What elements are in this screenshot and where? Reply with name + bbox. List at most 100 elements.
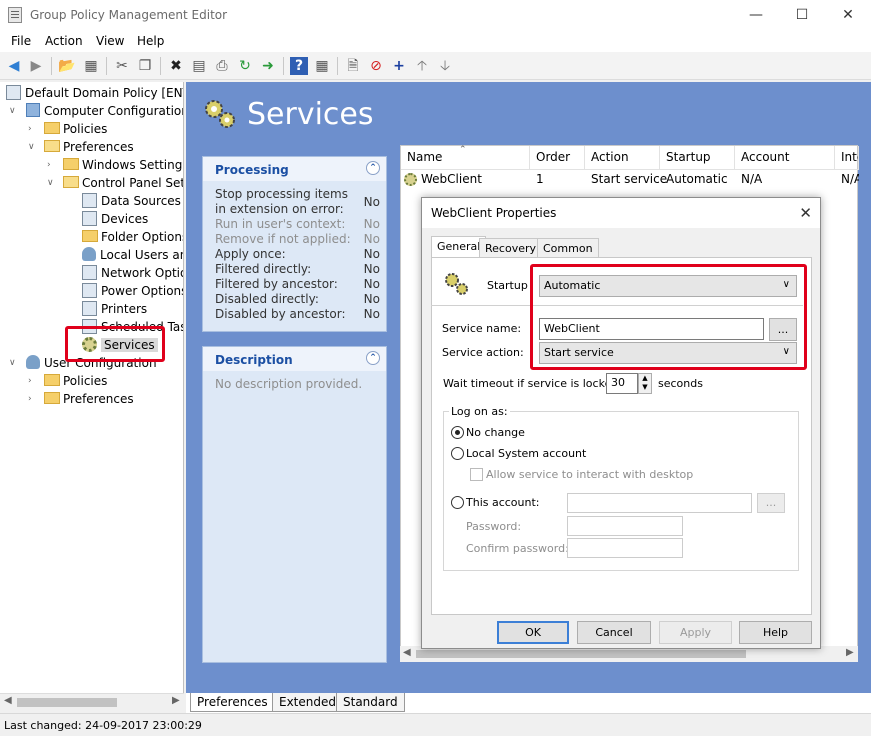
- close-icon[interactable]: ✕: [799, 204, 812, 222]
- page-title: Services: [247, 97, 374, 132]
- forward-icon[interactable]: ▶: [27, 57, 45, 75]
- block-icon[interactable]: ⊘: [367, 57, 385, 75]
- folder-options-icon: [82, 230, 98, 242]
- export-icon[interactable]: ➜: [259, 57, 277, 75]
- this-account-radio[interactable]: [451, 496, 464, 509]
- collapse-icon[interactable]: ⌃: [366, 161, 380, 175]
- column-header-action[interactable]: Action: [585, 146, 660, 170]
- close-window-button[interactable]: ✕: [825, 0, 871, 30]
- collapse-icon[interactable]: ⌃: [366, 351, 380, 365]
- minimize-button[interactable]: —: [733, 0, 779, 30]
- password-input[interactable]: [567, 516, 683, 536]
- help-icon[interactable]: ?: [290, 57, 308, 75]
- scroll-right-icon[interactable]: ▶: [172, 695, 180, 706]
- chevron-down-icon[interactable]: ∨: [9, 102, 19, 120]
- browse-account-button[interactable]: ...: [757, 493, 785, 513]
- local-system-label[interactable]: Local System account: [466, 447, 586, 460]
- wait-timeout-input[interactable]: 30: [606, 373, 638, 394]
- highlight-box-services: [65, 326, 165, 362]
- chevron-right-icon[interactable]: ›: [28, 390, 38, 408]
- tab-common[interactable]: Common: [537, 238, 599, 258]
- chevron-right-icon[interactable]: ›: [28, 372, 38, 390]
- spin-down-icon[interactable]: ▼: [639, 383, 651, 392]
- action-pane-icon[interactable]: ▦: [313, 57, 331, 75]
- move-up-icon[interactable]: 🡡: [413, 57, 431, 75]
- tree-label: Preferences: [63, 392, 134, 406]
- no-change-label[interactable]: No change: [466, 426, 525, 439]
- title-bar: Group Policy Management Editor — ☐ ✕: [0, 0, 871, 30]
- service-gears-icon: [445, 273, 468, 295]
- chevron-down-icon[interactable]: ∨: [28, 138, 38, 156]
- menu-action[interactable]: Action: [45, 34, 83, 48]
- cell-order: 1: [536, 172, 544, 186]
- scroll-left-icon[interactable]: ◀: [4, 695, 12, 706]
- toolbar-separator: [51, 57, 52, 75]
- tree-item-computer-configuration[interactable]: Computer Configuration: [26, 102, 184, 120]
- back-icon[interactable]: ◀: [5, 57, 23, 75]
- chevron-down-icon[interactable]: ∨: [9, 354, 19, 372]
- tab-preferences[interactable]: Preferences: [190, 693, 275, 712]
- tree-item-network-options[interactable]: Network Option: [82, 264, 183, 282]
- wait-timeout-spinner[interactable]: ▲ ▼: [638, 373, 652, 394]
- refresh-icon[interactable]: ↻: [236, 57, 254, 75]
- chevron-down-icon[interactable]: ∨: [47, 174, 57, 192]
- no-change-radio[interactable]: [451, 426, 464, 439]
- tree-label: Computer Configuration: [44, 104, 184, 118]
- copy-icon[interactable]: ❐: [136, 57, 154, 75]
- scroll-thumb[interactable]: [416, 650, 746, 658]
- menu-help[interactable]: Help: [137, 34, 164, 48]
- delete-icon[interactable]: ✖: [167, 57, 185, 75]
- maximize-button[interactable]: ☐: [779, 0, 825, 30]
- column-header-account[interactable]: Account: [735, 146, 835, 170]
- tree-item-policies[interactable]: Policies: [44, 120, 107, 138]
- spin-up-icon[interactable]: ▲: [639, 374, 651, 383]
- menu-file[interactable]: File: [11, 34, 31, 48]
- column-header-name[interactable]: Name ⌃: [401, 145, 530, 170]
- properties-icon[interactable]: ▤: [190, 57, 208, 75]
- account-input[interactable]: [567, 493, 752, 513]
- power-icon: [82, 283, 97, 298]
- scroll-left-icon[interactable]: ◀: [403, 647, 411, 658]
- show-hide-tree-icon[interactable]: ▦: [82, 57, 100, 75]
- apply-button[interactable]: Apply: [659, 621, 732, 644]
- column-header-startup[interactable]: Startup: [660, 146, 735, 170]
- tree-horizontal-scrollbar[interactable]: ◀ ▶: [0, 693, 184, 710]
- processing-label: Remove if not applied:: [215, 232, 351, 246]
- tree-item-devices[interactable]: Devices: [82, 210, 148, 228]
- local-system-radio[interactable]: [451, 447, 464, 460]
- tree-item-control-panel-settings[interactable]: Control Panel Setti: [63, 174, 183, 192]
- tab-extended[interactable]: Extended: [272, 693, 343, 712]
- column-header-inte[interactable]: Inte: [835, 146, 859, 170]
- tree-root[interactable]: Default Domain Policy [ENTER: [6, 84, 183, 102]
- column-header-order[interactable]: Order: [530, 146, 585, 170]
- tab-standard[interactable]: Standard: [336, 693, 405, 712]
- tree-item-data-sources[interactable]: Data Sources: [82, 192, 181, 210]
- add-icon[interactable]: +: [390, 57, 408, 75]
- allow-interact-checkbox[interactable]: [470, 468, 483, 481]
- scroll-right-icon[interactable]: ▶: [846, 647, 854, 658]
- this-account-label[interactable]: This account:: [466, 496, 540, 509]
- move-down-icon[interactable]: 🡣: [436, 57, 454, 75]
- chevron-right-icon[interactable]: ›: [47, 156, 57, 174]
- new-item-icon[interactable]: 🗎: [344, 57, 362, 75]
- cancel-button[interactable]: Cancel: [577, 621, 651, 644]
- up-folder-icon[interactable]: 📂: [58, 57, 76, 75]
- confirm-password-input[interactable]: [567, 538, 683, 558]
- tree-item-folder-options[interactable]: Folder Options: [82, 228, 183, 246]
- cut-icon[interactable]: ✂: [113, 57, 131, 75]
- tree-item-user-preferences[interactable]: Preferences: [44, 390, 134, 408]
- processing-header: Processing ⌃: [203, 157, 386, 181]
- tree-item-windows-settings[interactable]: Windows Settings: [63, 156, 183, 174]
- help-button[interactable]: Help: [739, 621, 812, 644]
- tree-item-printers[interactable]: Printers: [82, 300, 147, 318]
- tree-item-power-options[interactable]: Power Options: [82, 282, 183, 300]
- tree-item-local-users-and-groups[interactable]: Local Users and: [82, 246, 183, 264]
- print-icon[interactable]: ⎙: [213, 57, 231, 75]
- chevron-right-icon[interactable]: ›: [28, 120, 38, 138]
- scroll-thumb[interactable]: [17, 698, 117, 707]
- tree-item-preferences[interactable]: Preferences: [44, 138, 134, 156]
- tree-item-user-policies[interactable]: Policies: [44, 372, 107, 390]
- tab-recovery[interactable]: Recovery: [479, 238, 543, 258]
- ok-button[interactable]: OK: [497, 621, 569, 644]
- menu-view[interactable]: View: [96, 34, 124, 48]
